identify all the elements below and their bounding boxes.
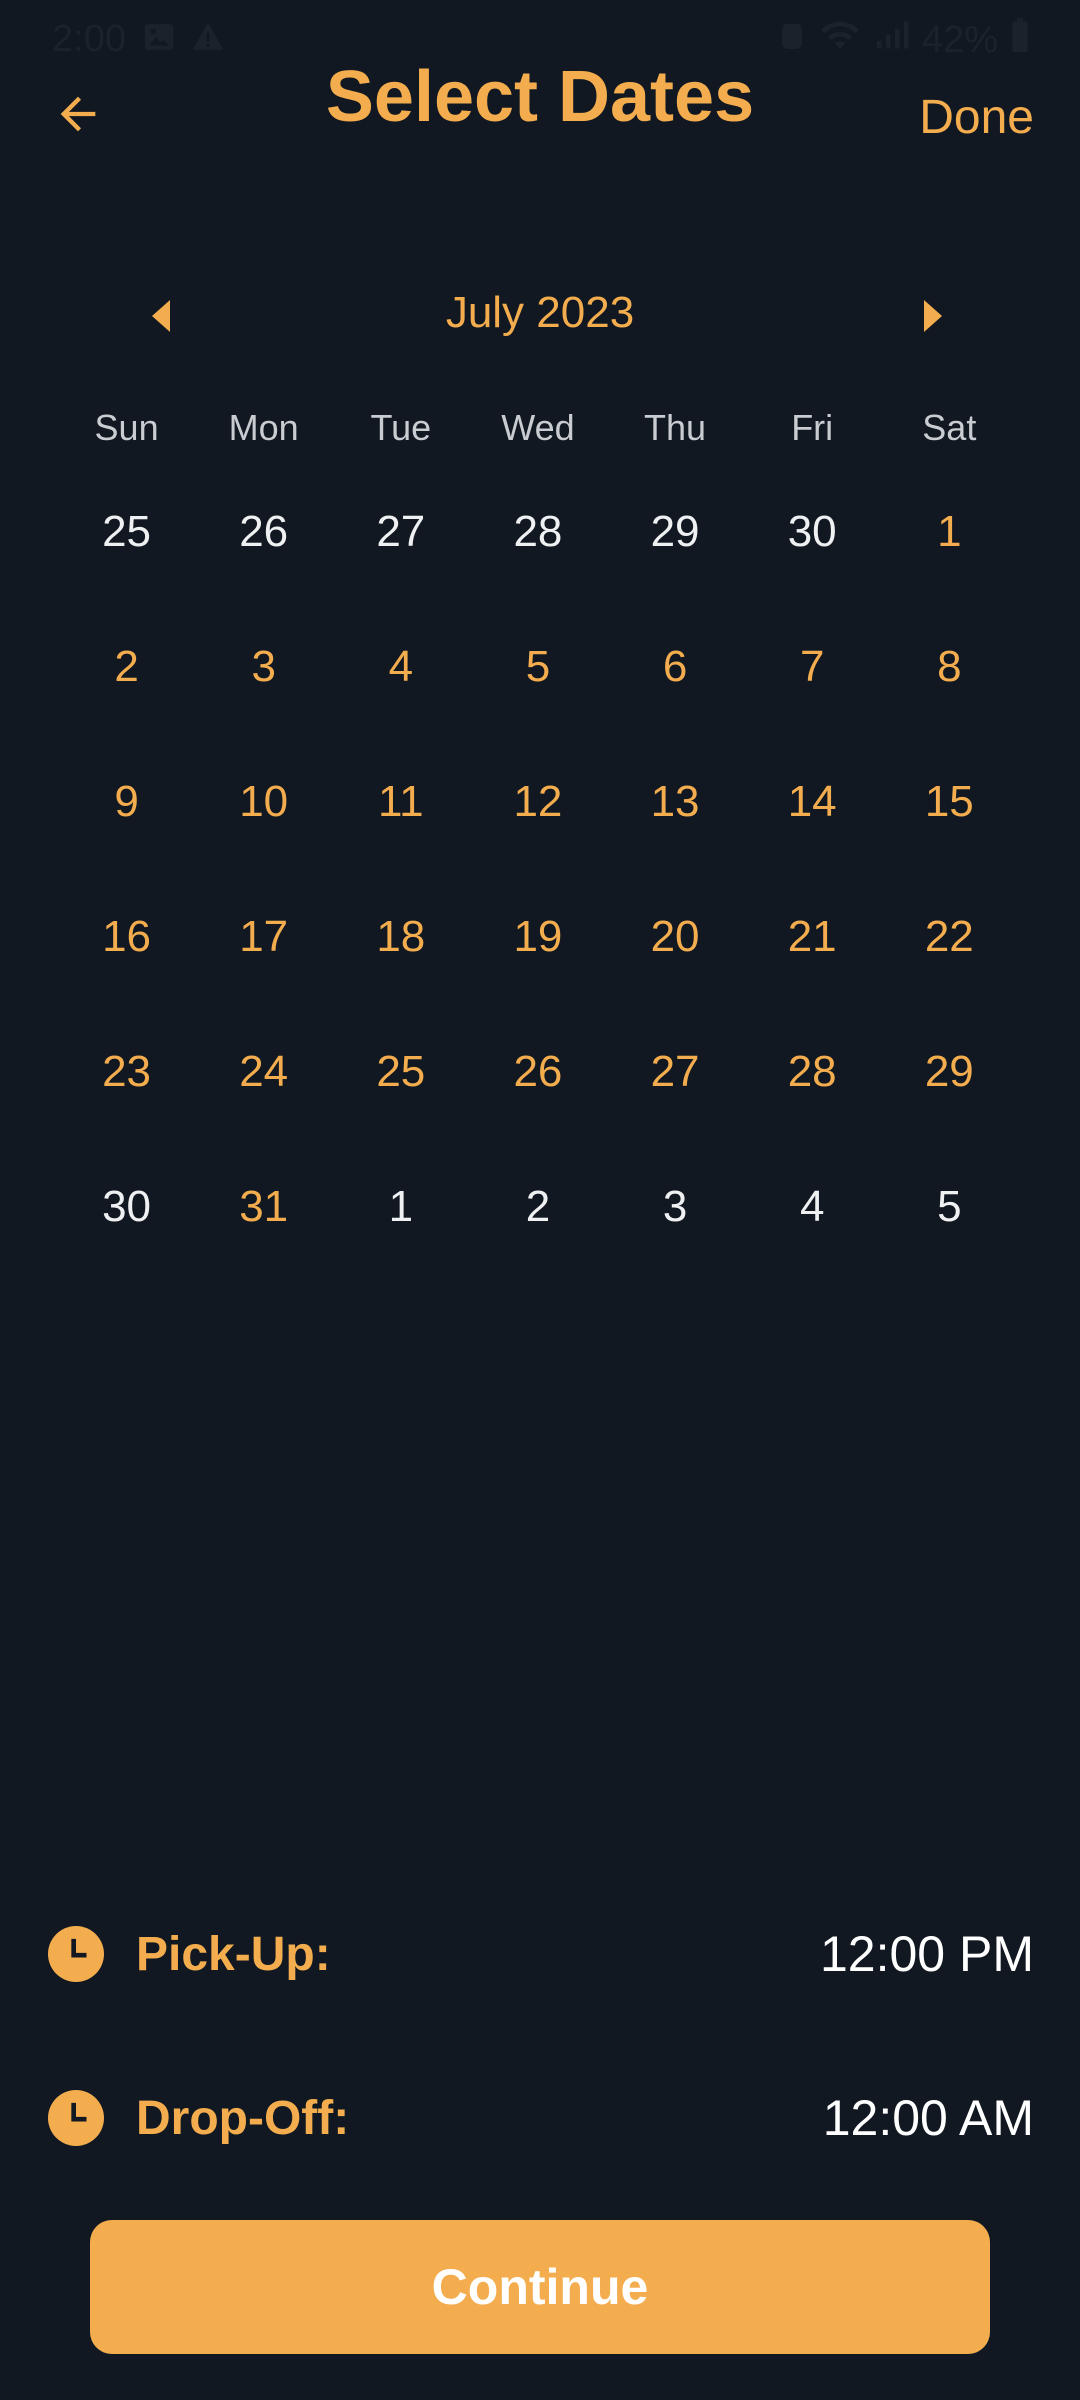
- caret-right-icon: [924, 300, 942, 332]
- calendar-day[interactable]: 17: [195, 901, 332, 1036]
- weekday-label: Wed: [501, 407, 575, 448]
- calendar-week-row: 30 31 1 2 3 4 5: [58, 1171, 1018, 1306]
- calendar-day[interactable]: 26: [469, 1036, 606, 1171]
- calendar-day-outside-month[interactable]: 30: [744, 496, 881, 631]
- calendar-day[interactable]: 5: [469, 631, 606, 766]
- calendar-day-outside-month[interactable]: 5: [881, 1171, 1018, 1306]
- calendar-day[interactable]: 31: [195, 1171, 332, 1306]
- calendar-day[interactable]: 14: [744, 766, 881, 901]
- calendar-day[interactable]: 6: [607, 631, 744, 766]
- calendar-day[interactable]: 28: [744, 1036, 881, 1171]
- calendar-day[interactable]: 24: [195, 1036, 332, 1171]
- calendar-day[interactable]: 11: [332, 766, 469, 901]
- calendar-day[interactable]: 19: [469, 901, 606, 1036]
- pickup-time-value[interactable]: 12:00 PM: [820, 1925, 1034, 1983]
- calendar-day[interactable]: 20: [607, 901, 744, 1036]
- weekday-label: Sat: [922, 407, 977, 448]
- select-dates-screen: 2:00 42% Select Dates Done July 2023 Sun…: [0, 0, 1080, 2400]
- calendar-day[interactable]: 13: [607, 766, 744, 901]
- clock-icon: [48, 2090, 104, 2146]
- calendar-day[interactable]: 23: [58, 1036, 195, 1171]
- page-title: Select Dates: [325, 57, 755, 137]
- calendar-day[interactable]: 25: [332, 1036, 469, 1171]
- calendar-day-outside-month[interactable]: 30: [58, 1171, 195, 1306]
- calendar-day[interactable]: 7: [744, 631, 881, 766]
- calendar-day-outside-month[interactable]: 4: [744, 1171, 881, 1306]
- calendar-day[interactable]: 22: [881, 901, 1018, 1036]
- calendar-day[interactable]: 15: [881, 766, 1018, 901]
- calendar-day-outside-month[interactable]: 2: [469, 1171, 606, 1306]
- calendar-day-outside-month[interactable]: 27: [332, 496, 469, 631]
- pickup-label: Pick-Up:: [136, 1927, 331, 1981]
- next-month-button[interactable]: [900, 284, 964, 348]
- calendar-day[interactable]: 2: [58, 631, 195, 766]
- calendar-week-row: 25 26 27 28 29 30 1: [58, 496, 1018, 631]
- calendar-day[interactable]: 21: [744, 901, 881, 1036]
- calendar-day-outside-month[interactable]: 1: [332, 1171, 469, 1306]
- calendar-day[interactable]: 18: [332, 901, 469, 1036]
- calendar-day[interactable]: 9: [58, 766, 195, 901]
- dropoff-time-value[interactable]: 12:00 AM: [823, 2089, 1034, 2147]
- calendar-grid: Sun Mon Tue Wed Thu Fri Sat 25 26 27 28 29 30…: [58, 392, 1018, 1306]
- calendar-day[interactable]: 16: [58, 901, 195, 1036]
- calendar-day-outside-month[interactable]: 28: [469, 496, 606, 631]
- pickup-time-row[interactable]: Pick-Up: 12:00 PM: [48, 1914, 1034, 1994]
- calendar-week-row: 23 24 25 26 27 28 29: [58, 1036, 1018, 1171]
- calendar-weeks: 25 26 27 28 29 30 1 2 3 4 5 6 7 8 9 10 11 12 13 14 15 16 17 18 1…: [58, 496, 1018, 1306]
- calendar-week-row: 9 10 11 12 13 14 15: [58, 766, 1018, 901]
- calendar-week-row: 2345678: [58, 631, 1018, 766]
- weekday-label: Fri: [791, 407, 834, 448]
- calendar-day[interactable]: 3: [195, 631, 332, 766]
- dropoff-label: Drop-Off:: [136, 2091, 350, 2145]
- calendar-day-outside-month[interactable]: 29: [607, 496, 744, 631]
- calendar-day[interactable]: 29: [881, 1036, 1018, 1171]
- calendar-day-outside-month[interactable]: 3: [607, 1171, 744, 1306]
- calendar-day[interactable]: 4: [332, 631, 469, 766]
- weekday-label: Mon: [228, 407, 299, 448]
- calendar-week-row: 16 17 18 19 20 21 22: [58, 901, 1018, 1036]
- weekday-label: Tue: [370, 407, 432, 448]
- weekday-label: Thu: [644, 407, 707, 448]
- calendar-day-outside-month[interactable]: 26: [195, 496, 332, 631]
- weekday-header: Sun Mon Tue Wed Thu Fri Sat: [58, 392, 1018, 464]
- continue-button[interactable]: Continue: [90, 2220, 990, 2354]
- calendar-day-outside-month[interactable]: 25: [58, 496, 195, 631]
- calendar-day[interactable]: 12: [469, 766, 606, 901]
- weekday-label: Sun: [94, 407, 159, 448]
- clock-icon: [48, 1926, 104, 1982]
- month-navigation: July 2023: [0, 284, 1080, 348]
- done-button[interactable]: Done: [919, 90, 1034, 145]
- calendar-day[interactable]: 27: [607, 1036, 744, 1171]
- calendar-day[interactable]: 8: [881, 631, 1018, 766]
- calendar-day[interactable]: 1: [881, 496, 1018, 631]
- status-time: 2:00: [52, 18, 126, 60]
- calendar-day[interactable]: 10: [195, 766, 332, 901]
- dropoff-time-row[interactable]: Drop-Off: 12:00 AM: [48, 2078, 1034, 2158]
